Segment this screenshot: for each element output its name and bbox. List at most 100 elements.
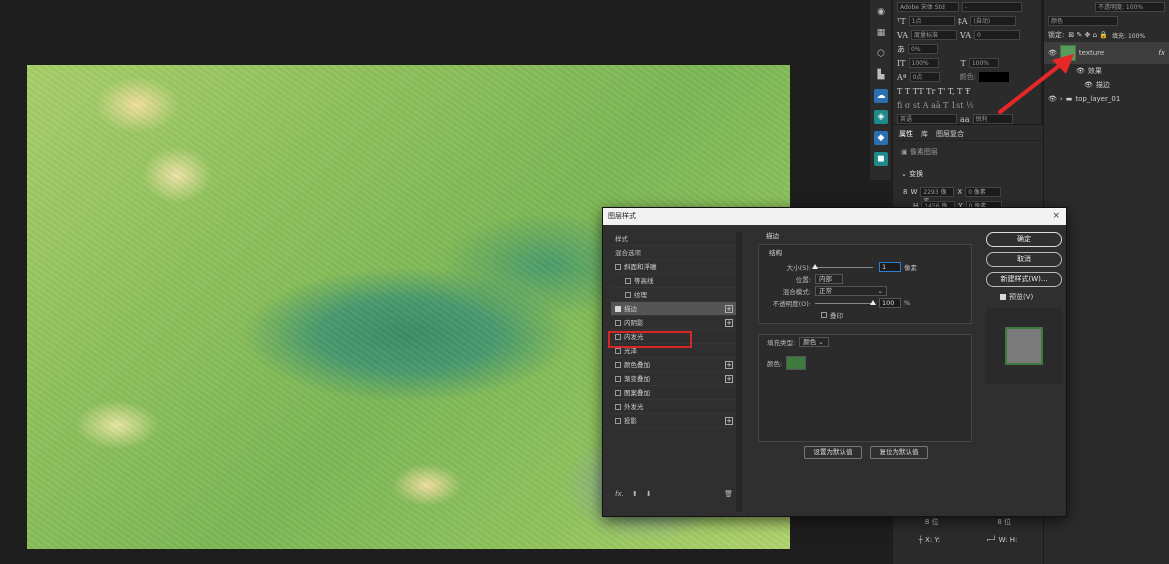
size-slider[interactable]: [812, 263, 873, 269]
blend-mode-label: 混合模式:: [782, 288, 811, 296]
list-item-label: 样式: [615, 234, 628, 243]
position-select[interactable]: 内部 ⌄: [815, 274, 843, 291]
eye-icon[interactable]: ◉: [874, 5, 888, 19]
checkbox[interactable]: [615, 375, 621, 382]
checkbox-checked[interactable]: [615, 305, 621, 312]
trash-icon[interactable]: 🗑: [724, 490, 733, 498]
size-slider-knob[interactable]: [812, 263, 818, 269]
lock-icons[interactable]: ⊠ ✎ ✥ ⌂ 🔒: [1068, 31, 1108, 39]
link-icon[interactable]: 8: [903, 188, 907, 196]
add-icon[interactable]: +: [725, 375, 733, 383]
checkbox[interactable]: [615, 389, 621, 396]
checkbox[interactable]: [615, 361, 621, 368]
adobe-icon[interactable]: ◆: [874, 131, 888, 145]
move-down-icon[interactable]: ⬇: [646, 490, 652, 498]
baseline-shift-field[interactable]: 0点: [909, 72, 940, 82]
new-style-button[interactable]: 新建样式(W)...: [986, 272, 1062, 287]
bevel-emboss-item[interactable]: 斜面和浮雕: [611, 260, 737, 274]
x-short: X:: [925, 536, 933, 544]
opacity-slider[interactable]: [815, 299, 876, 305]
font-size-field[interactable]: 1点: [908, 16, 955, 26]
kerning-icon: VA: [897, 30, 909, 40]
set-default-button[interactable]: 设置为默认值: [804, 446, 862, 459]
tsume-field[interactable]: 0%: [908, 44, 938, 54]
transform-section[interactable]: ⌄ 变换: [893, 163, 1043, 185]
list-item-label: 混合选项: [615, 248, 641, 257]
contour-item[interactable]: 等高线: [611, 274, 737, 288]
dialog-title-bar[interactable]: 图层样式 ×: [603, 208, 1066, 225]
fill-type-label: 填充类型:: [767, 339, 796, 347]
stroke-eye-icon[interactable]: 👁: [1084, 81, 1093, 89]
tab-layer-comps[interactable]: 图层复合: [936, 129, 964, 138]
cancel-button[interactable]: 取消: [986, 252, 1062, 267]
tab-properties[interactable]: 属性: [899, 129, 913, 138]
checkbox[interactable]: [615, 417, 621, 424]
vertical-scale-field[interactable]: 100%: [908, 58, 939, 68]
checkbox[interactable]: [625, 277, 631, 284]
grid-icon[interactable]: ▦: [874, 26, 888, 40]
blend-mode-select[interactable]: 颜色: [1048, 16, 1118, 26]
preview-toggle[interactable]: 预览(V): [1000, 292, 1062, 302]
cube-icon[interactable]: ⬡: [874, 47, 888, 61]
w-label: W: [910, 188, 918, 196]
blend-mode-dropdown[interactable]: 正常 ⌄: [815, 286, 887, 296]
color-overlay-item[interactable]: 颜色叠加 +: [611, 358, 737, 372]
fill-type-group: 填充类型: 颜色 ⌄ 颜色:: [758, 334, 972, 442]
width-field[interactable]: 2293 像素: [920, 187, 955, 205]
layers-3d-icon[interactable]: ◈: [874, 110, 888, 124]
y-short: Y:: [934, 536, 941, 544]
stamp-icon[interactable]: ▙: [874, 68, 888, 82]
leading-field[interactable]: (自动): [970, 16, 1017, 26]
opentype-buttons[interactable]: fi σ st A aā T 1st ½: [897, 101, 974, 110]
checkbox[interactable]: [615, 319, 621, 326]
font-style-field[interactable]: -: [962, 2, 1022, 12]
style-list-scrollbar[interactable]: [736, 232, 742, 512]
stroke-item[interactable]: 描边 +: [611, 302, 737, 316]
opacity-slider-knob[interactable]: [870, 299, 876, 305]
language-field[interactable]: 英语: [897, 114, 957, 124]
text-style-buttons[interactable]: T T TT Tr T' T, T Ŧ: [897, 87, 970, 96]
add-icon[interactable]: +: [725, 417, 733, 425]
add-icon[interactable]: +: [725, 305, 733, 313]
list-item-label: 斜面和浮雕: [624, 262, 657, 271]
add-icon[interactable]: +: [725, 319, 733, 327]
kerning-field[interactable]: 度量标准: [911, 30, 958, 40]
reset-default-button[interactable]: 复位为默认值: [870, 446, 928, 459]
pattern-overlay-item[interactable]: 图案叠加: [611, 386, 737, 400]
cloud-icon[interactable]: ☁: [874, 89, 888, 103]
opacity-unit: %: [904, 299, 911, 307]
preview-label: 预览(V): [1009, 293, 1034, 301]
inner-shadow-item[interactable]: 内阴影 +: [611, 316, 737, 330]
x-field[interactable]: 0 像素: [965, 187, 1002, 197]
tracking-field[interactable]: 0: [974, 30, 1021, 40]
transform-label: 变换: [909, 170, 924, 178]
tab-library[interactable]: 库: [921, 129, 928, 138]
library-icon[interactable]: ◼: [874, 152, 888, 166]
gradient-overlay-item[interactable]: 渐变叠加 +: [611, 372, 737, 386]
fx-menu-icon[interactable]: fx.: [615, 490, 624, 498]
checkbox[interactable]: [615, 263, 621, 270]
checkbox[interactable]: [615, 403, 621, 410]
font-family-field[interactable]: Adobe 宋体 Std: [897, 2, 959, 12]
opacity-field[interactable]: 不透明度: 100%: [1095, 2, 1165, 12]
vertical-scale-icon: IT: [897, 58, 906, 68]
blending-options-item[interactable]: 混合选项: [611, 246, 737, 260]
drop-shadow-item[interactable]: 投影 +: [611, 414, 737, 428]
texture-item[interactable]: 纹理: [611, 288, 737, 302]
preview-checkbox[interactable]: [1000, 294, 1006, 300]
style-list-header[interactable]: 样式: [611, 232, 737, 246]
opacity-input[interactable]: 100: [879, 298, 901, 308]
ok-button[interactable]: 确定: [986, 232, 1062, 247]
overprint-checkbox[interactable]: [821, 312, 827, 318]
close-icon[interactable]: ×: [1052, 208, 1060, 225]
stroke-color-swatch[interactable]: [786, 356, 807, 370]
checkbox[interactable]: [615, 347, 621, 354]
add-icon[interactable]: +: [725, 361, 733, 369]
move-up-icon[interactable]: ⬆: [632, 490, 638, 498]
checkbox[interactable]: [625, 291, 631, 298]
fill-type-select[interactable]: 颜色 ⌄: [799, 337, 830, 347]
size-label: 大小(S):: [786, 264, 811, 272]
size-input[interactable]: 1: [879, 262, 901, 272]
fx-icon[interactable]: fx: [1158, 49, 1165, 57]
outer-glow-item[interactable]: 外发光: [611, 400, 737, 414]
